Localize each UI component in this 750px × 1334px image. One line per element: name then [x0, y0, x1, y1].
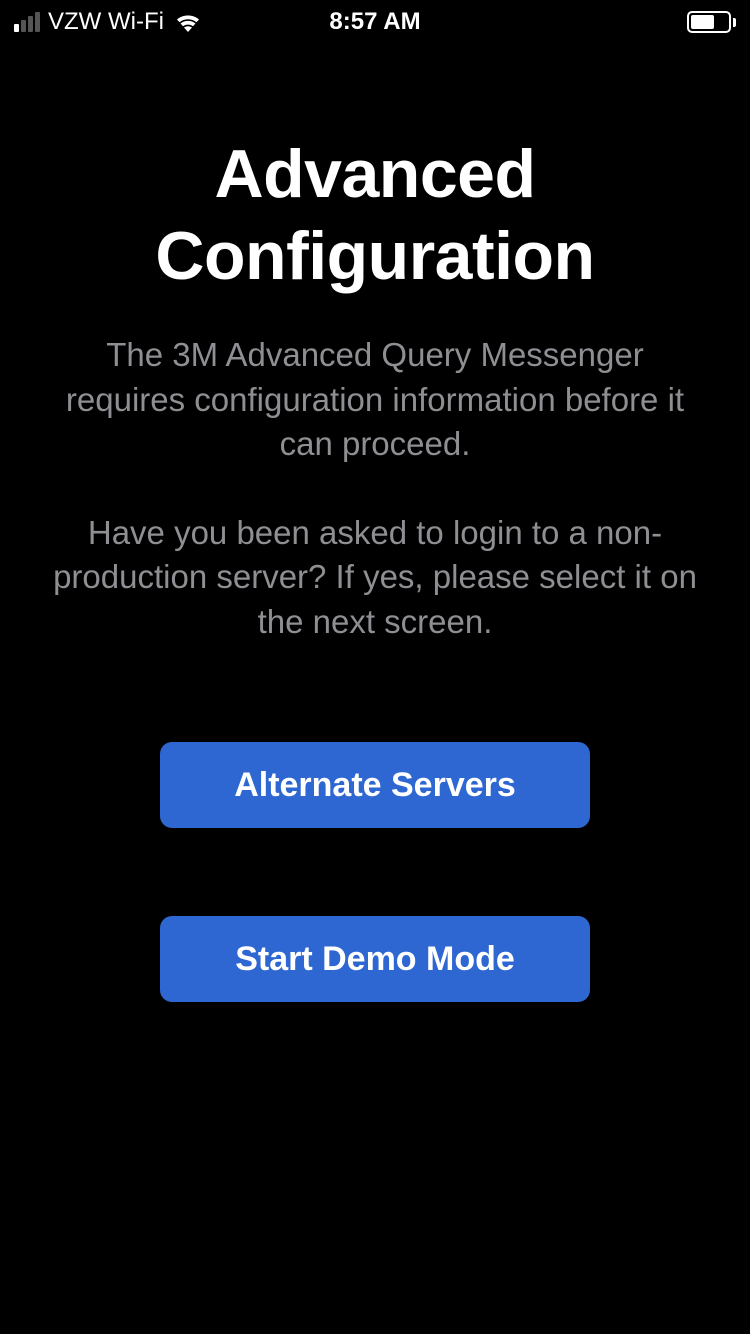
main-content: Advanced Configuration The 3M Advanced Q…	[0, 44, 750, 1002]
cellular-signal-icon	[14, 12, 40, 32]
description-block: The 3M Advanced Query Messenger requires…	[50, 333, 700, 644]
status-bar-right	[687, 11, 736, 33]
start-demo-mode-button[interactable]: Start Demo Mode	[160, 916, 590, 1002]
status-bar-time: 8:57 AM	[329, 8, 420, 36]
battery-icon	[687, 11, 736, 33]
status-bar: VZW Wi-Fi 8:57 AM	[0, 0, 750, 44]
alternate-servers-button[interactable]: Alternate Servers	[160, 742, 590, 828]
button-group: Alternate Servers Start Demo Mode	[50, 742, 700, 1002]
status-bar-left: VZW Wi-Fi	[14, 8, 202, 36]
description-paragraph-1: The 3M Advanced Query Messenger requires…	[50, 333, 700, 467]
description-paragraph-2: Have you been asked to login to a non-pr…	[50, 511, 700, 645]
wifi-icon	[174, 12, 202, 32]
page-title: Advanced Configuration	[50, 134, 700, 297]
carrier-label: VZW Wi-Fi	[48, 8, 164, 36]
